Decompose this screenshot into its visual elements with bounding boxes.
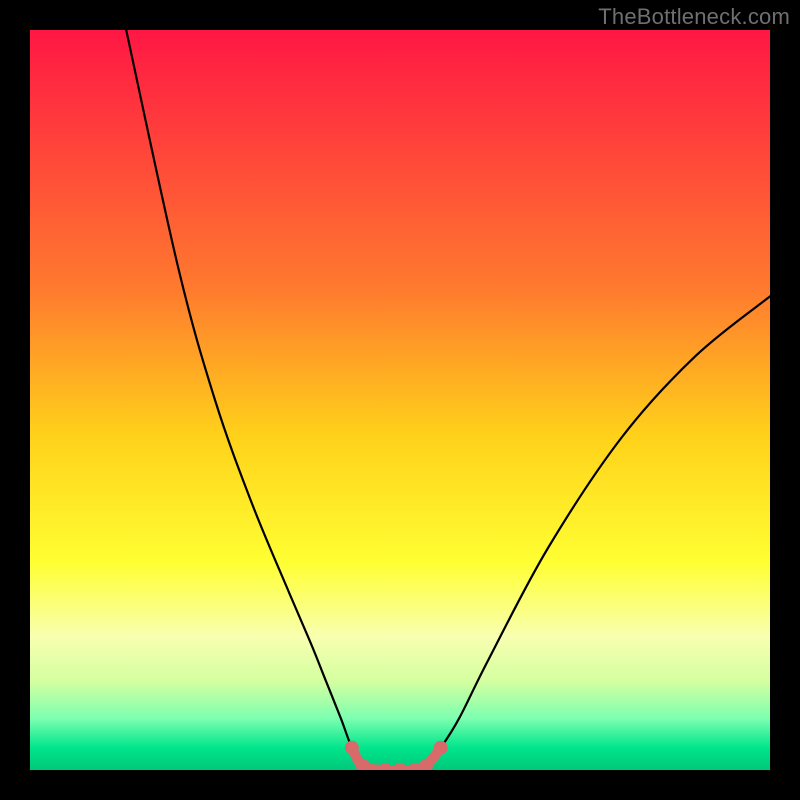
curve-layer <box>30 30 770 770</box>
watermark-text: TheBottleneck.com <box>598 4 790 30</box>
highlight-dot <box>378 763 392 770</box>
highlight-dot <box>434 741 448 755</box>
highlight-dot <box>393 763 407 770</box>
chart-stage: TheBottleneck.com <box>0 0 800 800</box>
main-curve <box>126 30 770 770</box>
highlight-dot <box>345 741 359 755</box>
plot-area <box>30 30 770 770</box>
